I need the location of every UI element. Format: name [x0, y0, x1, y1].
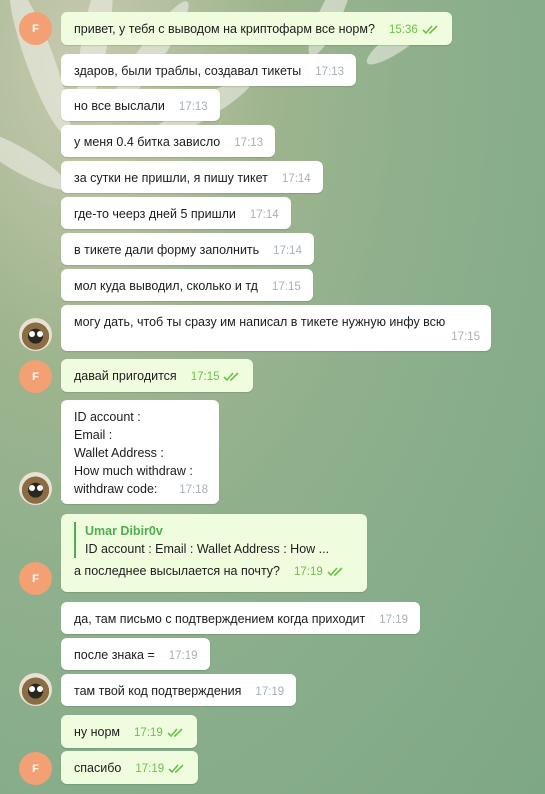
message-bubble[interactable]: мол куда выводил, сколько и тд 17:15 [61, 269, 313, 301]
message-time: 17:18 [179, 484, 208, 496]
message-text: здаров, были траблы, создавал тикеты [74, 64, 302, 78]
message-bubble[interactable]: привет, у тебя с выводом на криптофарм в… [61, 12, 452, 45]
message-time: 15:36 [388, 24, 418, 36]
avatar-umar[interactable] [19, 673, 52, 706]
message-time: 17:15 [271, 281, 301, 293]
message-text: в тикете дали форму заполнить [74, 243, 260, 257]
message-bubble[interactable]: Umar Dibir0v ID account : Email : Wallet… [61, 514, 367, 592]
avatar-f[interactable]: F [19, 360, 52, 393]
message-text: у меня 0.4 битка зависло [74, 135, 221, 149]
message-bubble[interactable]: ID account : Email : Wallet Address : Ho… [61, 400, 219, 504]
message-time: 17:15 [190, 371, 220, 383]
reply-text: ID account : Email : Wallet Address : Ho… [85, 542, 330, 556]
message-time: 17:13 [178, 101, 208, 113]
message-bubble[interactable]: давай пригодится 17:15 [61, 359, 254, 392]
message-text: за сутки не пришли, я пишу тикет [74, 171, 268, 185]
message-bubble[interactable]: здаров, были траблы, создавал тикеты 17:1… [61, 54, 357, 86]
double-check-icon [327, 567, 343, 577]
message-text: после знака = [74, 648, 155, 662]
message-text: да, там письмо с подтверждением когда пр… [74, 612, 366, 626]
reply-author: Umar Dibir0v [85, 524, 163, 538]
avatar-f[interactable]: F [19, 752, 52, 785]
message-bubble[interactable]: там твой код подтверждения 17:19 [61, 674, 297, 706]
message-time: 17:19 [379, 614, 408, 626]
message-bubble[interactable]: но все выслали 17:13 [61, 89, 220, 121]
double-check-icon [223, 372, 240, 382]
message-bubble[interactable]: спасибо 17:19 [61, 751, 199, 784]
message-time: 17:19 [134, 727, 163, 739]
message-bubble[interactable]: могу дать, чтоб ты сразу им написал в ти… [61, 305, 491, 351]
message-text: мол куда выводил, сколько и тд [74, 279, 258, 293]
avatar-umar[interactable] [19, 472, 52, 505]
message-bubble[interactable]: где-то чеерз дней 5 пришли 17:14 [61, 197, 291, 229]
message-text: а последнее высылается на почту? [74, 564, 281, 578]
message-time: 17:19 [294, 566, 323, 578]
message-time: 17:15 [451, 331, 480, 343]
message-time: 17:13 [315, 66, 345, 78]
avatar-umar[interactable] [19, 318, 52, 351]
avatar-f[interactable]: F [19, 562, 52, 595]
double-check-icon [422, 25, 438, 35]
message-bubble[interactable]: у меня 0.4 битка зависло 17:13 [61, 125, 276, 157]
message-text: привет, у тебя с выводом на криптофарм в… [74, 22, 375, 36]
message-bubble[interactable]: в тикете дали форму заполнить 17:14 [61, 233, 314, 265]
message-time: 17:19 [168, 650, 198, 662]
double-check-icon [168, 764, 184, 774]
message-text: где-то чеерз дней 5 пришли [74, 207, 236, 221]
reply-quote[interactable]: Umar Dibir0v ID account : Email : Wallet… [74, 522, 355, 558]
message-text: спасибо [74, 761, 122, 775]
message-time: 17:19 [135, 763, 165, 775]
message-text: могу дать, чтоб ты сразу им написал в ти… [74, 315, 446, 329]
double-check-icon [167, 728, 183, 738]
message-time: 17:19 [255, 686, 285, 698]
message-bubble[interactable]: ну норм 17:19 [61, 715, 197, 748]
message-bubble[interactable]: после знака = 17:19 [61, 638, 210, 670]
message-bubble[interactable]: за сутки не пришли, я пишу тикет 17:14 [61, 161, 323, 193]
message-text: давай пригодится [74, 369, 177, 383]
message-time: 17:13 [234, 137, 264, 149]
message-text: там твой код подтверждения [74, 684, 242, 698]
message-text: но все выслали [74, 99, 165, 113]
message-time: 17:14 [281, 173, 311, 185]
message-time: 17:14 [249, 209, 279, 221]
message-text: ну норм [74, 725, 121, 739]
message-bubble[interactable]: да, там письмо с подтверждением когда пр… [61, 602, 420, 634]
avatar-f[interactable]: F [19, 12, 52, 45]
message-time: 17:14 [273, 245, 302, 257]
